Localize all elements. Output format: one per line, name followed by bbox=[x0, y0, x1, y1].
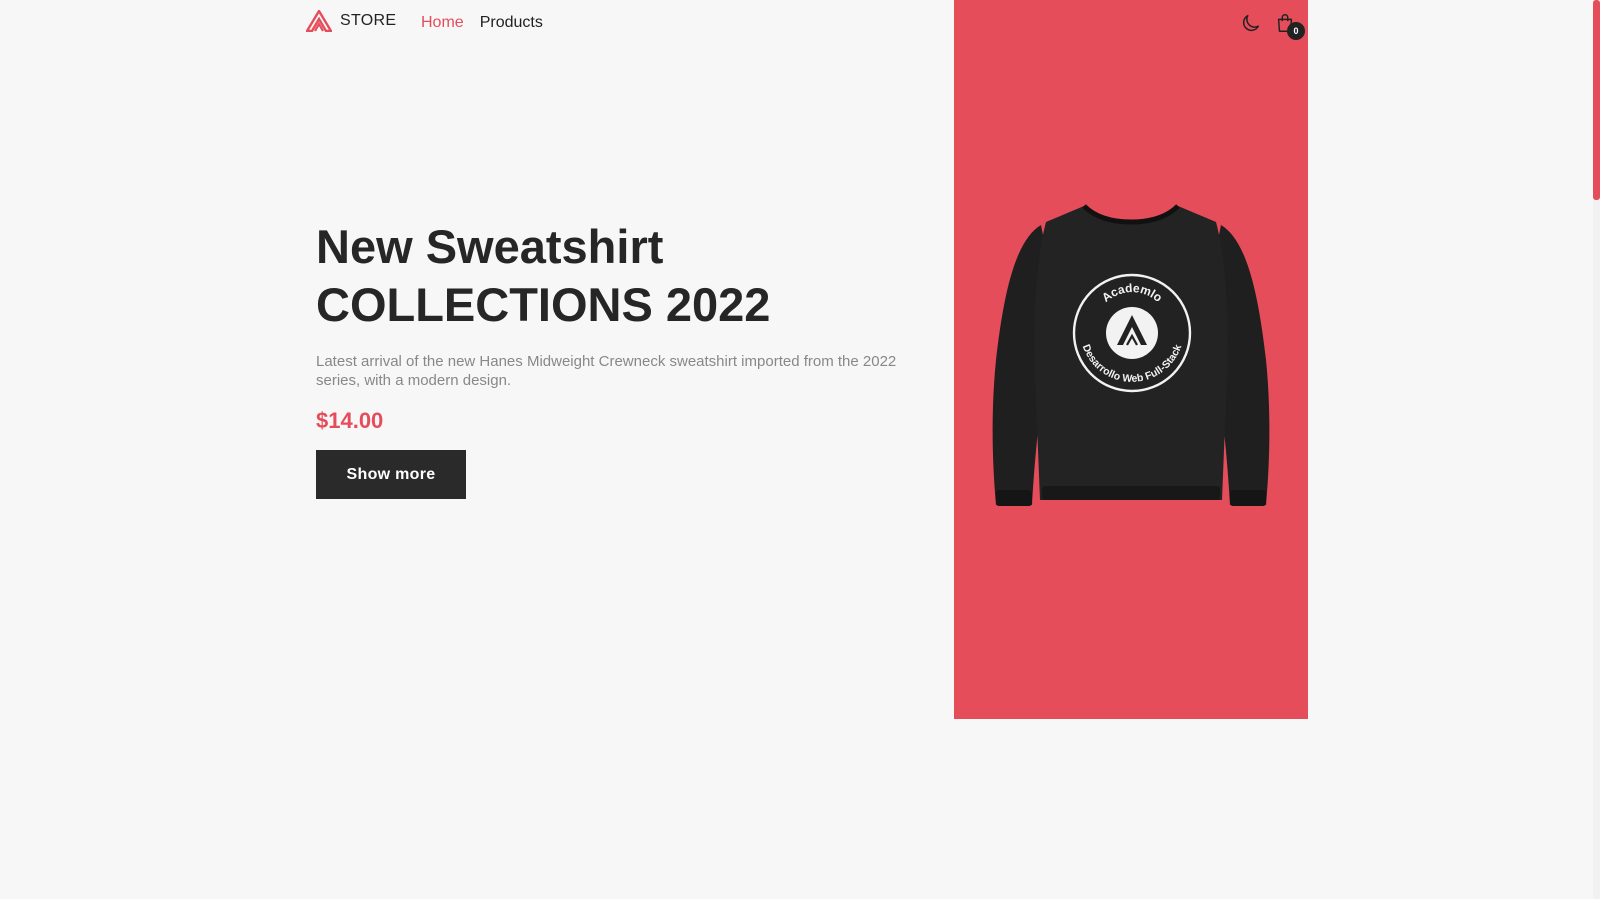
hero-title: New Sweatshirt COLLECTIONS 2022 bbox=[316, 218, 916, 334]
hero-title-line1: New Sweatshirt bbox=[316, 220, 664, 273]
header: STORE Home Products 0 bbox=[0, 0, 1600, 48]
main-nav: Home Products bbox=[421, 14, 543, 32]
logo-text: STORE bbox=[340, 12, 397, 29]
moon-icon bbox=[1240, 12, 1262, 34]
logo-link[interactable]: STORE bbox=[306, 10, 396, 32]
hero-content: New Sweatshirt COLLECTIONS 2022 Latest a… bbox=[316, 218, 916, 499]
cart-button[interactable]: 0 bbox=[1274, 12, 1305, 40]
hero-title-line2: COLLECTIONS 2022 bbox=[316, 278, 771, 331]
page: STORE Home Products 0 New Sweatshirt COL… bbox=[0, 0, 1600, 899]
cart-count-badge: 0 bbox=[1287, 22, 1305, 40]
header-actions: 0 bbox=[1240, 12, 1305, 40]
nav-products-link[interactable]: Products bbox=[480, 14, 543, 32]
scrollbar[interactable] bbox=[1593, 0, 1600, 899]
black-sweatshirt-image: Academlo Desarrollo Web Full-Stack bbox=[986, 200, 1276, 520]
show-more-button[interactable]: Show more bbox=[316, 450, 466, 499]
hero-description: Latest arrival of the new Hanes Midweigh… bbox=[316, 353, 897, 389]
theme-toggle-button[interactable] bbox=[1240, 12, 1262, 34]
hero-price: $14.00 bbox=[316, 408, 384, 433]
academlo-logo-icon bbox=[306, 10, 332, 32]
nav-home-link[interactable]: Home bbox=[421, 14, 464, 32]
scrollbar-thumb[interactable] bbox=[1593, 0, 1600, 200]
